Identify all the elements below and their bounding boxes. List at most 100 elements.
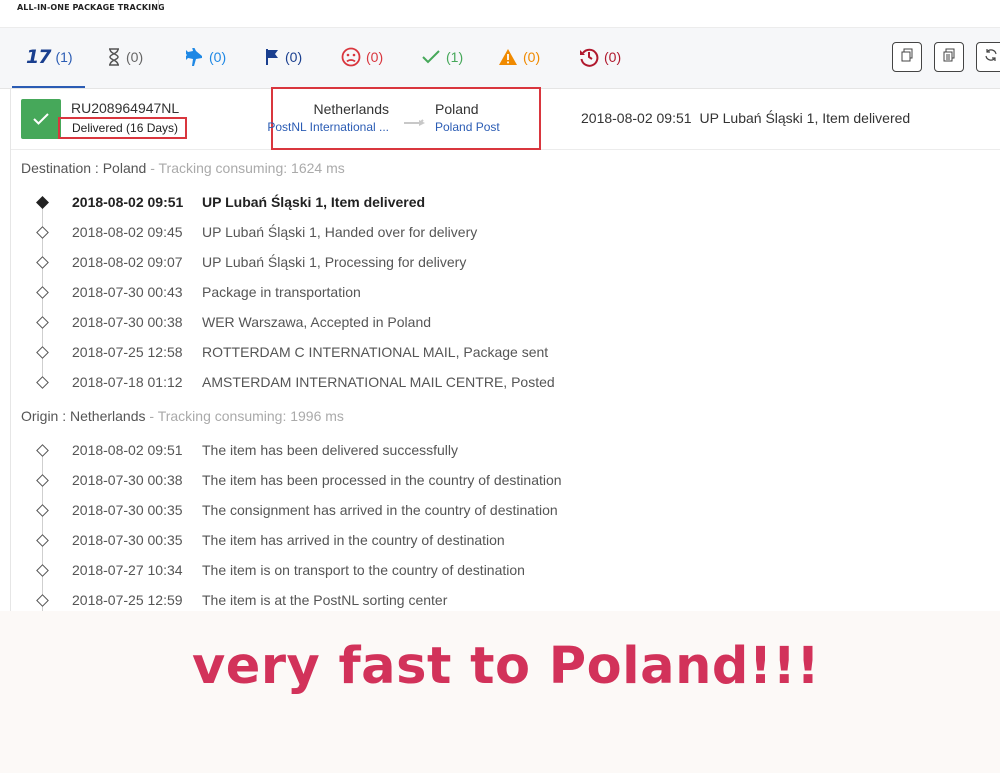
- destination-carrier-link[interactable]: Poland Post: [435, 120, 500, 134]
- tab-in-transit[interactable]: (0): [184, 42, 226, 72]
- timeline-dot: [36, 564, 49, 577]
- brand-divider: [158, 0, 159, 8]
- copy-list-button[interactable]: [934, 42, 964, 72]
- destination-country: Poland: [435, 101, 479, 117]
- timeline-dot: [36, 534, 49, 547]
- tab-count: (0): [604, 49, 622, 65]
- tab-delivered[interactable]: (1): [421, 42, 463, 72]
- timeline-event: 2018-08-02 09:51 The item has been deliv…: [33, 435, 733, 465]
- event-desc: The item is on transport to the country …: [202, 562, 525, 578]
- review-caption: very fast to Poland!!!: [192, 637, 821, 696]
- tab-count: (0): [523, 49, 541, 65]
- copy-icon: [900, 48, 914, 67]
- timeline-event: 2018-07-30 00:38 The item has been proce…: [33, 465, 733, 495]
- event-desc: WER Warszawa, Accepted in Poland: [202, 314, 432, 330]
- copy-button[interactable]: [892, 42, 922, 72]
- tab-undelivered[interactable]: (0): [341, 42, 383, 72]
- origin-header: Origin : Netherlands - Tracking consumin…: [21, 408, 344, 424]
- warning-icon: [498, 48, 518, 66]
- event-time: 2018-08-02 09:51: [72, 442, 183, 458]
- timeline-event: 2018-07-27 10:34 The item is on transpor…: [33, 555, 733, 585]
- timeline-event: 2018-07-30 00:43 Package in transportati…: [33, 277, 733, 307]
- timeline-dot: [36, 444, 49, 457]
- destination-info: Poland Poland Post: [435, 101, 500, 134]
- tab-not-found[interactable]: (0): [107, 42, 143, 72]
- 17track-logo-icon: 17: [26, 46, 51, 68]
- event-desc: UP Lubań Śląski 1, Processing for delive…: [202, 254, 467, 270]
- destination-label: Destination : Poland: [21, 160, 147, 176]
- tab-count: (1): [55, 49, 73, 65]
- event-time: 2018-07-25 12:59: [72, 592, 183, 608]
- top-bar: ALL-IN-ONE PACKAGE TRACKING: [0, 0, 1000, 28]
- tab-count: (0): [285, 49, 303, 65]
- tab-all[interactable]: 17 (1): [26, 42, 73, 72]
- timeline-event: 2018-07-25 12:58 ROTTERDAM C INTERNATION…: [33, 337, 733, 367]
- timeline-event: 2018-07-30 00:38 WER Warszawa, Accepted …: [33, 307, 733, 337]
- timeline-dot: [36, 256, 49, 269]
- brand-name: ALL-IN-ONE PACKAGE TRACKING: [17, 3, 165, 12]
- checkmark-icon: [421, 48, 441, 66]
- route-arrow-icon: [403, 114, 427, 132]
- latest-event: 2018-08-02 09:51 UP Lubań Śląski 1, Item …: [581, 110, 910, 126]
- tab-alert[interactable]: (0): [498, 42, 540, 72]
- timeline-dot: [36, 504, 49, 517]
- timeline-dot: [36, 226, 49, 239]
- destination-header: Destination : Poland - Tracking consumin…: [21, 160, 345, 176]
- active-tab-indicator: [12, 86, 85, 88]
- tab-count: (0): [209, 49, 227, 65]
- event-time: 2018-08-02 09:51: [72, 194, 184, 210]
- destination-consuming: - Tracking consuming: 1624 ms: [146, 160, 345, 176]
- event-desc: The item has been delivered successfully: [202, 442, 459, 458]
- latest-event-desc: UP Lubań Śląski 1, Item delivered: [699, 110, 911, 126]
- event-time: 2018-07-27 10:34: [72, 562, 183, 578]
- timeline-dot: [36, 376, 49, 389]
- tracking-panel: RU208964947NL Delivered (16 Days) Nether…: [10, 87, 1000, 623]
- event-desc: ROTTERDAM C INTERNATIONAL MAIL, Package …: [202, 344, 549, 360]
- package-summary[interactable]: RU208964947NL Delivered (16 Days) Nether…: [11, 87, 1000, 150]
- origin-consuming: - Tracking consuming: 1996 ms: [145, 408, 344, 424]
- timeline-event: 2018-08-02 09:51 UP Lubań Śląski 1, Item…: [33, 187, 733, 217]
- tab-count: (0): [366, 49, 384, 65]
- event-time: 2018-07-30 00:35: [72, 532, 183, 548]
- status-text: Delivered (16 Days): [72, 121, 179, 135]
- event-desc: UP Lubań Śląski 1, Item delivered: [202, 194, 426, 210]
- origin-label: Origin : Netherlands: [21, 408, 146, 424]
- timeline-event: 2018-08-02 09:45 UP Lubań Śląski 1, Hand…: [33, 217, 733, 247]
- event-desc: Package in transportation: [202, 284, 361, 300]
- timeline-dot: [36, 594, 49, 607]
- airplane-icon: [184, 48, 204, 66]
- event-time: 2018-07-30 00:38: [72, 472, 183, 488]
- event-time: 2018-07-30 00:35: [72, 502, 183, 518]
- event-desc: The item has arrived in the country of d…: [202, 532, 505, 548]
- timeline-event: 2018-08-02 09:07 UP Lubań Śląski 1, Proc…: [33, 247, 733, 277]
- timeline-dot: [36, 196, 49, 209]
- review-caption-area: very fast to Poland!!!: [0, 611, 1000, 773]
- refresh-icon: [984, 48, 998, 67]
- event-time: 2018-07-30 00:38: [72, 314, 183, 330]
- refresh-button[interactable]: [976, 42, 1000, 72]
- latest-event-time: 2018-08-02 09:51: [581, 110, 692, 126]
- origin-carrier-link[interactable]: PostNL International ...: [267, 120, 389, 134]
- timeline-dot: [36, 286, 49, 299]
- status-badge: Delivered (16 Days): [58, 117, 187, 139]
- timeline-dot: [36, 346, 49, 359]
- event-time: 2018-07-18 01:12: [72, 374, 183, 390]
- flag-icon: [264, 48, 280, 66]
- route-info: Netherlands PostNL International ... Pol…: [267, 87, 541, 150]
- status-tabs: 17 (1) (0) (0) (0) (0) (1) (0) (0): [0, 28, 1000, 89]
- tab-pick-up[interactable]: (0): [264, 42, 302, 72]
- event-desc: UP Lubań Śląski 1, Handed over for deliv…: [202, 224, 478, 240]
- event-desc: The consignment has arrived in the count…: [202, 502, 558, 518]
- tab-count: (0): [126, 49, 144, 65]
- event-time: 2018-07-25 12:58: [72, 344, 183, 360]
- event-desc: AMSTERDAM INTERNATIONAL MAIL CENTRE, Pos…: [202, 374, 555, 390]
- event-desc: The item is at the PostNL sorting center: [202, 592, 448, 608]
- tab-count: (1): [446, 49, 464, 65]
- timeline-event: 2018-07-18 01:12 AMSTERDAM INTERNATIONAL…: [33, 367, 733, 397]
- sad-face-icon: [341, 47, 361, 67]
- copy-list-icon: [942, 48, 956, 67]
- origin-info: Netherlands PostNL International ...: [267, 101, 389, 134]
- event-desc: The item has been processed in the count…: [202, 472, 562, 488]
- tab-expired[interactable]: (0): [579, 42, 621, 72]
- timeline-event: 2018-07-30 00:35 The consignment has arr…: [33, 495, 733, 525]
